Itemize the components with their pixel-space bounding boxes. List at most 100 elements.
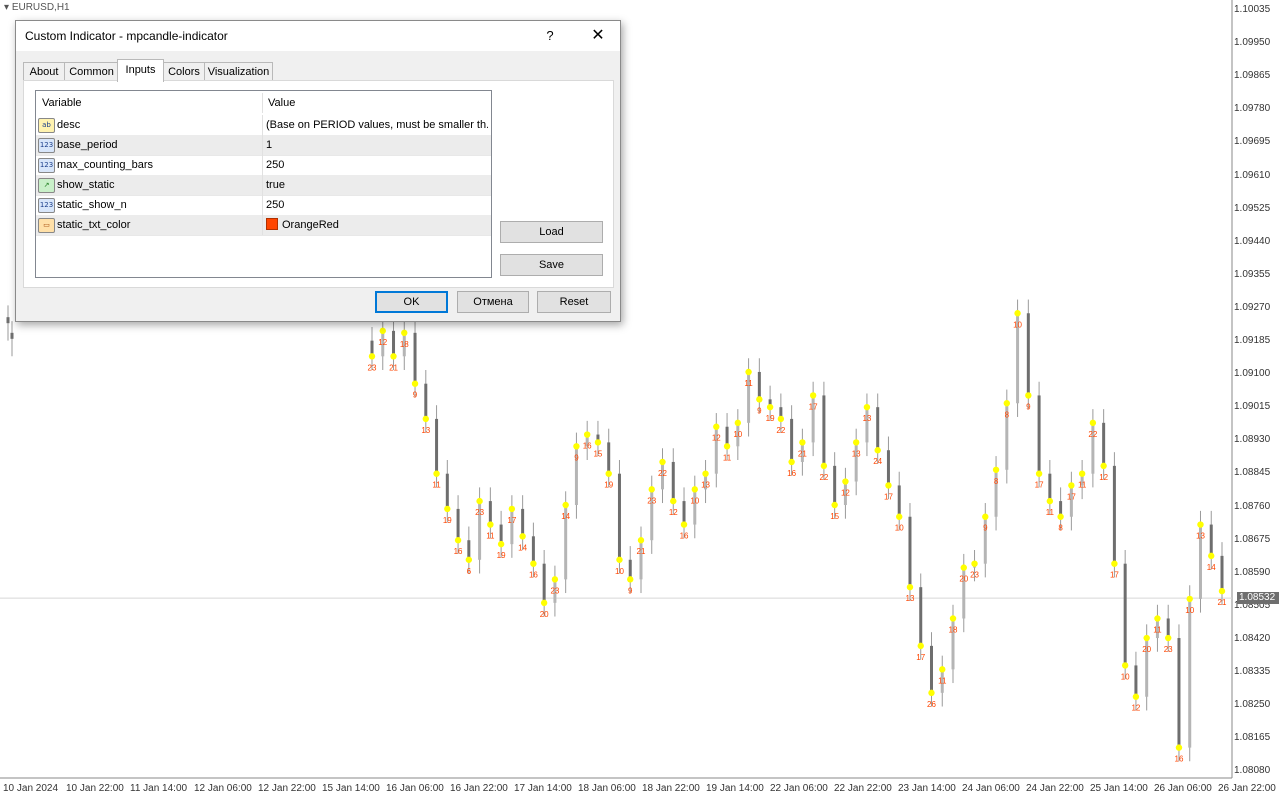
param-value[interactable]: (Base on PERIOD values, must be smaller …	[266, 115, 488, 135]
count-label: 8	[1058, 524, 1063, 533]
tab-visualization[interactable]: Visualization	[204, 62, 273, 81]
integer-icon: 123	[38, 158, 55, 173]
count-label: 11	[486, 532, 495, 541]
param-value[interactable]: OrangeRed	[266, 215, 488, 235]
price-tick-label: 1.08590	[1234, 566, 1271, 578]
tab-about[interactable]: About	[23, 62, 65, 81]
time-tick-label: 10 Jan 22:00	[66, 783, 124, 794]
count-marker	[949, 615, 957, 622]
count-label: 9	[413, 391, 418, 400]
ok-button[interactable]: OK	[375, 291, 448, 313]
count-marker	[713, 423, 720, 430]
candle-body	[693, 489, 697, 525]
count-label: 9	[983, 524, 988, 533]
count-label: 22	[776, 426, 785, 435]
param-row[interactable]: ↗ show_static true	[36, 175, 491, 196]
count-marker	[874, 447, 881, 454]
price-tick-label: 1.08165	[1234, 732, 1271, 744]
dialog-titlebar[interactable]: Custom Indicator - mpcandle-indicator ? …	[16, 21, 620, 51]
param-row[interactable]: ▭ static_txt_color OrangeRed	[36, 215, 491, 236]
help-button[interactable]: ?	[536, 23, 564, 49]
count-label: 17	[916, 653, 925, 662]
count-label: 9	[574, 453, 579, 462]
tab-common[interactable]: Common	[64, 62, 119, 81]
time-tick-label: 12 Jan 22:00	[258, 783, 316, 794]
param-row[interactable]: 123 max_counting_bars 250	[36, 155, 491, 176]
count-label: 9	[757, 406, 762, 415]
integer-icon: 123	[38, 138, 55, 153]
param-row[interactable]: ab desc (Base on PERIOD values, must be …	[36, 115, 491, 136]
count-label: 22	[819, 473, 828, 482]
candle-body	[1112, 465, 1116, 564]
count-marker	[401, 329, 408, 337]
candle-body	[531, 536, 535, 564]
cancel-button[interactable]: Отмена	[457, 291, 529, 313]
count-marker	[1218, 587, 1226, 595]
count-marker	[465, 556, 473, 563]
count-marker	[497, 540, 505, 548]
candle-body	[639, 540, 643, 580]
count-marker	[551, 576, 559, 583]
count-label: 11	[938, 676, 947, 685]
param-row[interactable]: 123 static_show_n 250	[36, 195, 491, 216]
count-label: 21	[1218, 598, 1227, 607]
load-button[interactable]: Load	[500, 221, 603, 243]
count-label: 14	[1207, 563, 1216, 572]
param-name: desc	[57, 119, 81, 131]
count-label: 11	[1153, 625, 1162, 634]
count-marker	[982, 513, 989, 520]
count-label: 12	[841, 489, 850, 498]
count-marker	[540, 599, 548, 607]
param-value[interactable]: 1	[266, 135, 488, 155]
count-label: 10	[1013, 320, 1022, 329]
count-marker	[368, 353, 376, 360]
column-header-value[interactable]: Value	[262, 91, 488, 115]
count-label: 10	[615, 567, 624, 576]
param-row[interactable]: 123 base_period 1	[36, 135, 491, 156]
count-marker	[1100, 462, 1107, 470]
time-tick-label: 12 Jan 06:00	[194, 783, 252, 794]
chart-menu-icon[interactable]: ▾	[4, 2, 12, 13]
tab-colors[interactable]: Colors	[163, 62, 205, 81]
candle-body	[854, 442, 858, 482]
count-label: 21	[798, 449, 807, 458]
column-separator	[262, 215, 263, 235]
count-label: 6	[467, 567, 472, 576]
tab-inputs[interactable]: Inputs	[117, 59, 164, 82]
candle-body	[1209, 524, 1213, 556]
price-tick-label: 1.09695	[1234, 136, 1271, 148]
column-separator	[262, 115, 263, 135]
bool-icon: ↗	[38, 178, 55, 193]
count-label: 13	[862, 414, 871, 423]
count-marker	[433, 470, 440, 477]
param-value[interactable]: true	[266, 175, 488, 195]
count-label: 8	[1005, 410, 1010, 419]
count-marker	[691, 486, 698, 493]
count-label: 16	[583, 442, 592, 451]
close-icon[interactable]: ✕	[582, 23, 614, 49]
column-separator	[262, 175, 263, 195]
param-value[interactable]: 250	[266, 155, 488, 175]
candle-body	[1177, 638, 1181, 748]
time-tick-label: 19 Jan 14:00	[706, 783, 764, 794]
count-marker	[680, 521, 688, 528]
save-button[interactable]: Save	[500, 254, 603, 276]
candle-body	[456, 508, 460, 541]
count-label: 16	[787, 469, 796, 478]
count-label: 13	[701, 481, 710, 490]
time-tick-label: 18 Jan 06:00	[578, 783, 636, 794]
column-separator	[262, 135, 263, 155]
column-header-variable[interactable]: Variable	[36, 91, 262, 115]
count-label: 14	[561, 512, 570, 521]
count-marker	[1121, 662, 1129, 669]
param-value[interactable]: 250	[266, 195, 488, 215]
count-label: 10	[1185, 606, 1194, 615]
count-marker	[831, 501, 838, 509]
count-marker	[1003, 400, 1011, 407]
candle-body	[1123, 563, 1127, 666]
candle-body	[833, 465, 837, 505]
price-scale[interactable]: 1.10035 1.09950 1.09865 1.09780 1.09695 1.096…	[1232, 0, 1280, 800]
current-price-badge: 1.08532	[1237, 592, 1279, 604]
count-label: 11	[1078, 481, 1087, 490]
reset-button[interactable]: Reset	[537, 291, 611, 313]
